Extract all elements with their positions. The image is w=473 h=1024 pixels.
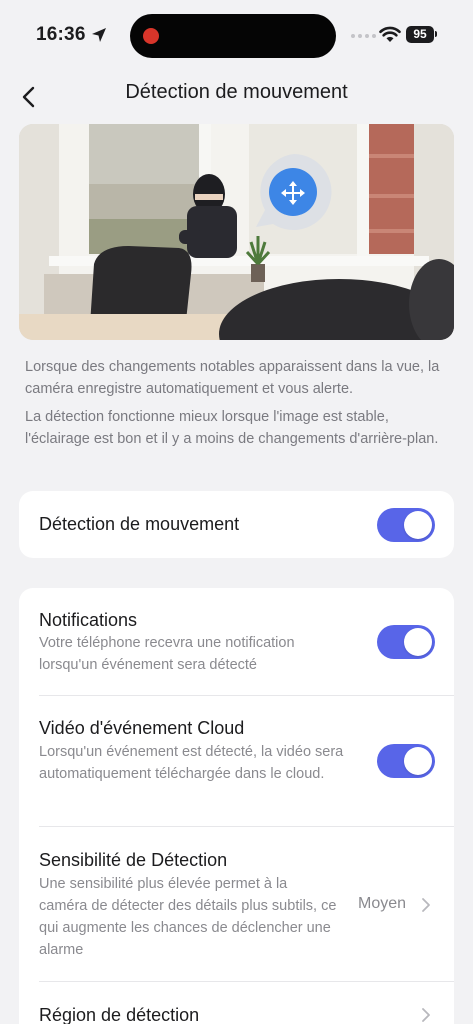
description-paragraph-1: Lorsque des changements notables apparai… <box>25 359 440 397</box>
battery-indicator: 95 <box>406 26 434 43</box>
notifications-subtitle: Votre téléphone recevra une notification… <box>39 635 295 673</box>
chevron-right-icon <box>422 1008 430 1022</box>
description-paragraph-2: La détection fonctionne mieux lorsque l'… <box>25 409 439 447</box>
location-arrow-icon <box>92 28 106 42</box>
motion-detection-label: Détection de mouvement <box>39 514 240 534</box>
cloud-video-subtitle: Lorsqu'un événement est détecté, la vidé… <box>39 744 344 782</box>
move-icon <box>281 181 305 205</box>
divider <box>39 695 454 696</box>
hero-image <box>19 124 454 340</box>
toggle-knob <box>404 628 432 656</box>
motion-detection-card: Détection de mouvement <box>19 491 454 558</box>
cellular-signal-icon <box>351 34 376 38</box>
dynamic-island <box>130 14 336 58</box>
toggle-knob <box>404 511 432 539</box>
cloud-video-toggle[interactable] <box>377 744 435 778</box>
toggle-knob <box>404 747 432 775</box>
screen: 16:36 95 Détection de mouvement Lorsque … <box>0 0 473 1024</box>
recording-indicator <box>143 28 159 44</box>
notifications-title: Notifications <box>39 610 138 630</box>
divider <box>39 981 454 982</box>
divider <box>39 826 454 827</box>
cloud-video-title: Vidéo d'événement Cloud <box>39 718 245 738</box>
notifications-toggle[interactable] <box>377 625 435 659</box>
status-bar: 16:36 95 <box>0 0 473 70</box>
chevron-right-icon <box>422 898 430 912</box>
settings-card: Notifications Votre téléphone recevra un… <box>19 588 454 1024</box>
sensitivity-subtitle: Une sensibilité plus élevée permet à la … <box>39 876 337 958</box>
sensitivity-title: Sensibilité de Détection <box>39 850 228 870</box>
detection-region-title: Région de détection <box>39 1005 200 1024</box>
battery-cap <box>435 31 437 37</box>
motion-detection-toggle[interactable] <box>377 508 435 542</box>
page-title: Détection de mouvement <box>125 81 348 103</box>
sensitivity-value: Moyen <box>358 895 407 912</box>
status-time: 16:36 <box>36 24 86 45</box>
wifi-icon <box>379 26 401 42</box>
